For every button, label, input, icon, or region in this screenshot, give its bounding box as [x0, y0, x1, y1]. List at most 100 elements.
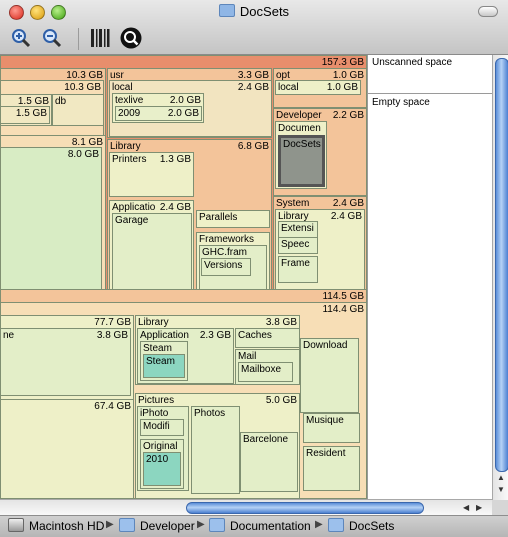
treemap-cell-label: ne	[3, 330, 15, 341]
treemap-cell-label: Parallels	[199, 212, 238, 223]
chevron-right-icon: ▶	[106, 519, 114, 530]
treemap-cell-size: 10.3 GB	[64, 82, 101, 93]
horizontal-scrollbar[interactable]: ◀ ▶	[0, 499, 492, 516]
path-item-macintosh-hd[interactable]: Macintosh HD	[8, 518, 104, 533]
treemap-cell-size: 1.5 GB	[15, 108, 47, 119]
treemap-cell-optlocal[interactable]: local 1.0 GB	[275, 80, 361, 95]
scroll-down-arrow-icon[interactable]: ▼	[497, 485, 505, 494]
treemap-cell-label: Documen	[278, 123, 321, 134]
info-panel: Unscanned space Empty space	[367, 55, 492, 499]
treemap-cell-steam2[interactable]: Steam	[143, 354, 185, 378]
treemap-cell-size: 77.7 GB	[94, 317, 131, 328]
barcode-button[interactable]	[89, 27, 111, 49]
search-button[interactable]	[120, 27, 142, 49]
treemap-cell-b1[interactable]: 8.0 GB	[0, 147, 102, 301]
scroll-up-arrow-icon[interactable]: ▲	[497, 473, 505, 482]
treemap-cell-resident[interactable]: Resident	[303, 446, 360, 491]
treemap-cell-size: 114.5 GB	[322, 291, 364, 302]
path-item-developer[interactable]: Developer	[119, 518, 195, 533]
treemap-cell-parallels[interactable]: Parallels	[196, 210, 270, 228]
treemap-cell-extensi[interactable]: Extensi	[278, 221, 318, 238]
zoom-out-button[interactable]	[41, 27, 63, 49]
treemap-cell-big[interactable]: 67.4 GB	[0, 399, 134, 499]
treemap-cell-modifi[interactable]: Modifi	[140, 419, 184, 436]
treemap-cell-label: Steam	[146, 356, 175, 367]
treemap-cell-size: 157.3 GB	[321, 57, 364, 68]
treemap-cell-download[interactable]: Download	[300, 338, 359, 413]
scroll-left-arrow-icon[interactable]: ◀	[463, 503, 469, 512]
treemap-cell-label: local	[278, 82, 299, 93]
toolbar-toggle-button[interactable]	[478, 6, 498, 17]
treemap-cell-label: DocSets	[283, 139, 321, 150]
treemap-cell-y2010[interactable]: 2010	[143, 452, 181, 486]
treemap-cell-speec[interactable]: Speec	[278, 237, 318, 254]
hard-drive-icon	[8, 518, 24, 532]
treemap-cell-label: Versions	[204, 260, 243, 271]
treemap-cell-size: 1.0 GB	[326, 82, 358, 93]
treemap-cell-caches[interactable]: Caches	[235, 328, 300, 348]
path-item-documentation[interactable]: Documentation	[209, 518, 311, 533]
treemap-cell-frame[interactable]: Frame	[278, 256, 318, 283]
treemap-cell-label: 2009	[118, 108, 141, 119]
path-item-label: Documentation	[230, 519, 311, 533]
treemap-cell-label: 2010	[146, 454, 169, 465]
unscanned-label: Unscanned space	[372, 57, 453, 68]
treemap-cell-docsets[interactable]: DocSets	[278, 135, 325, 187]
treemap-cell-label: Pictures	[138, 395, 175, 406]
zoom-in-icon	[12, 29, 31, 48]
treemap-cell-size: 2.0 GB	[169, 95, 201, 106]
path-item-label: Developer	[140, 519, 195, 533]
barcode-icon	[91, 29, 110, 47]
content-area: 157.3 GB 10.3 GB 10.3 GB 1.5 GB 1.5 GB db usr 3…	[0, 55, 492, 499]
treemap-cell-size: 67.4 GB	[94, 401, 131, 412]
treemap-cell-mailbox[interactable]: Mailboxe	[238, 362, 293, 382]
search-icon	[120, 27, 142, 49]
folder-icon	[209, 518, 225, 532]
zoom-in-button[interactable]	[10, 27, 32, 49]
app-window: DocSets 157.3 GB 10.3 GB 10.3 GB 1.5 GB …	[0, 0, 508, 537]
treemap-cell-photos[interactable]: Photos	[191, 406, 240, 494]
window-title-text: DocSets	[239, 4, 290, 19]
treemap-cell-musique[interactable]: Musique	[303, 413, 360, 443]
path-item-label: Macintosh HD	[29, 519, 105, 533]
treemap-cell-a3[interactable]: 1.5 GB	[0, 106, 50, 124]
treemap-cell-label: Printers	[112, 154, 147, 165]
treemap-cell-label: iPhoto	[140, 408, 169, 419]
unscanned-row[interactable]: Unscanned space	[368, 55, 492, 94]
treemap-cell-printers[interactable]: Printers 1.3 GB	[109, 152, 194, 197]
treemap-cell-label: Library	[110, 141, 141, 152]
treemap-cell-label: Barcelone	[243, 434, 289, 445]
treemap-cell-label: GHC.fram	[202, 247, 247, 258]
vertical-scrollbar[interactable]: ▲ ▼	[492, 55, 508, 500]
scroll-right-arrow-icon[interactable]: ▶	[476, 503, 482, 512]
treemap-cell-label: Caches	[238, 330, 272, 341]
treemap-cell-label: Mail	[238, 351, 257, 362]
zoom-out-icon	[43, 29, 62, 48]
vertical-scroll-thumb[interactable]	[495, 58, 508, 472]
treemap[interactable]: 157.3 GB 10.3 GB 10.3 GB 1.5 GB 1.5 GB db usr 3…	[0, 55, 367, 499]
treemap-cell-ne[interactable]: ne 3.8 GB	[0, 328, 131, 396]
treemap-cell-db[interactable]: db	[52, 94, 104, 126]
chevron-right-icon: ▶	[197, 519, 205, 530]
treemap-cell-barcelone[interactable]: Barcelone	[240, 432, 298, 492]
treemap-cell-y2009[interactable]: 2009 2.0 GB	[115, 106, 202, 121]
treemap-cell-size: 3.8 GB	[265, 317, 297, 328]
folder-icon	[119, 518, 135, 532]
treemap-cell-label: Musique	[306, 415, 344, 426]
treemap-cell-versions[interactable]: Versions	[201, 258, 251, 276]
treemap-cell-size: 5.0 GB	[265, 395, 297, 406]
toolbar-separator	[78, 28, 79, 50]
treemap-cell-label: Application	[140, 330, 189, 341]
treemap-cell-label: local	[112, 82, 133, 93]
treemap-cell-garage[interactable]: Garage	[112, 213, 192, 297]
treemap-cell-label: Garage	[115, 215, 149, 226]
treemap-cell-size: 8.0 GB	[67, 149, 99, 160]
treemap-cell-size: 114.4 GB	[322, 304, 364, 315]
horizontal-scroll-thumb[interactable]	[186, 502, 424, 514]
path-item-docsets[interactable]: DocSets	[328, 518, 394, 533]
window-title: DocSets	[0, 4, 508, 19]
treemap-cell-label: Modifi	[143, 421, 170, 432]
treemap-cell-label: Applicatio	[112, 202, 156, 213]
treemap-cell-label: Frame	[281, 258, 310, 269]
treemap-cell-size: 2.4 GB	[330, 211, 362, 222]
